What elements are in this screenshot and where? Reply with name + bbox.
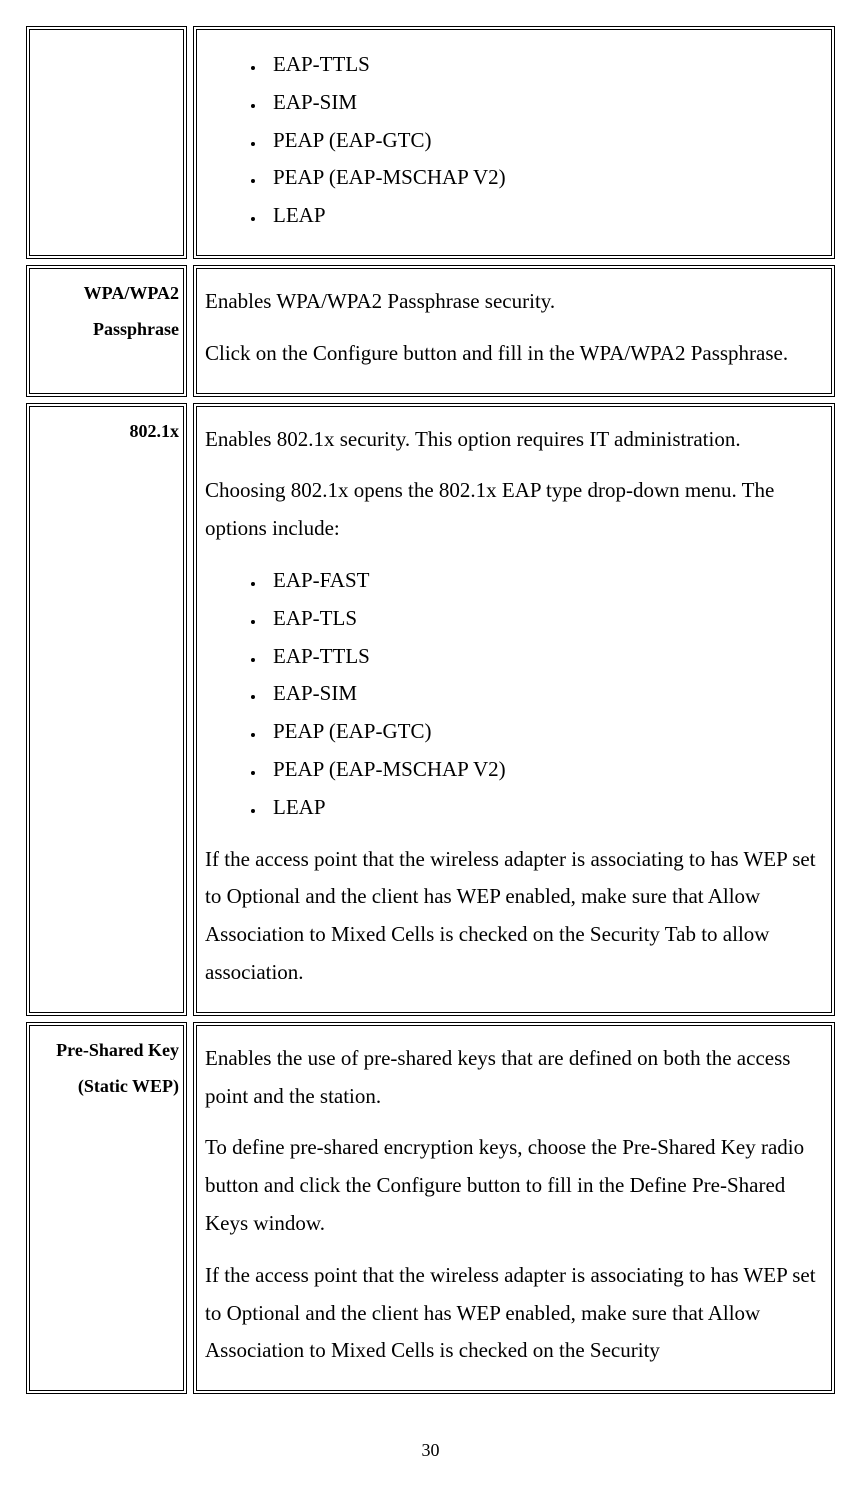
table-row: Pre-Shared Key (Static WEP)Enables the u… bbox=[26, 1022, 835, 1394]
list-item: PEAP (EAP-GTC) bbox=[265, 122, 823, 160]
row-label: 802.1x bbox=[26, 403, 187, 1016]
table-row: 802.1x Enables 802.1x security. This opti… bbox=[26, 403, 835, 1016]
page-number: 30 bbox=[20, 1440, 841, 1461]
paragraph: Enables 802.1x security. This option req… bbox=[205, 421, 823, 459]
paragraph: To define pre-shared encryption keys, ch… bbox=[205, 1129, 823, 1242]
list-item: EAP-TLS bbox=[265, 600, 823, 638]
row-content: Enables 802.1x security. This option req… bbox=[193, 403, 835, 1016]
list-item: EAP-SIM bbox=[265, 84, 823, 122]
list-item: EAP-TTLS bbox=[265, 46, 823, 84]
paragraph: Enables the use of pre-shared keys that … bbox=[205, 1040, 823, 1116]
list-item: EAP-TTLS bbox=[265, 638, 823, 676]
definitions-table: EAP-TTLSEAP-SIMPEAP (EAP-GTC)PEAP (EAP-M… bbox=[20, 20, 841, 1400]
paragraph: If the access point that the wireless ad… bbox=[205, 841, 823, 992]
table-body: EAP-TTLSEAP-SIMPEAP (EAP-GTC)PEAP (EAP-M… bbox=[26, 26, 835, 1394]
list-item: PEAP (EAP-GTC) bbox=[265, 713, 823, 751]
table-row: EAP-TTLSEAP-SIMPEAP (EAP-GTC)PEAP (EAP-M… bbox=[26, 26, 835, 259]
list-item: LEAP bbox=[265, 197, 823, 235]
paragraph: If the access point that the wireless ad… bbox=[205, 1257, 823, 1370]
row-content: Enables the use of pre-shared keys that … bbox=[193, 1022, 835, 1394]
list-item: EAP-SIM bbox=[265, 675, 823, 713]
list-item: LEAP bbox=[265, 789, 823, 827]
paragraph: Enables WPA/WPA2 Passphrase security. bbox=[205, 283, 823, 321]
table-row: WPA/WPA2 PassphraseEnables WPA/WPA2 Pass… bbox=[26, 265, 835, 397]
row-label bbox=[26, 26, 187, 259]
paragraph: Choosing 802.1x opens the 802.1x EAP typ… bbox=[205, 472, 823, 548]
list-item: PEAP (EAP-MSCHAP V2) bbox=[265, 751, 823, 789]
bullet-list: EAP-FASTEAP-TLSEAP-TTLSEAP-SIMPEAP (EAP-… bbox=[205, 562, 823, 827]
paragraph: Click on the Configure button and fill i… bbox=[205, 335, 823, 373]
row-label: Pre-Shared Key (Static WEP) bbox=[26, 1022, 187, 1394]
list-item: EAP-FAST bbox=[265, 562, 823, 600]
list-item: PEAP (EAP-MSCHAP V2) bbox=[265, 159, 823, 197]
row-label: WPA/WPA2 Passphrase bbox=[26, 265, 187, 397]
row-content: Enables WPA/WPA2 Passphrase security. Cli… bbox=[193, 265, 835, 397]
row-content: EAP-TTLSEAP-SIMPEAP (EAP-GTC)PEAP (EAP-M… bbox=[193, 26, 835, 259]
bullet-list: EAP-TTLSEAP-SIMPEAP (EAP-GTC)PEAP (EAP-M… bbox=[205, 46, 823, 235]
